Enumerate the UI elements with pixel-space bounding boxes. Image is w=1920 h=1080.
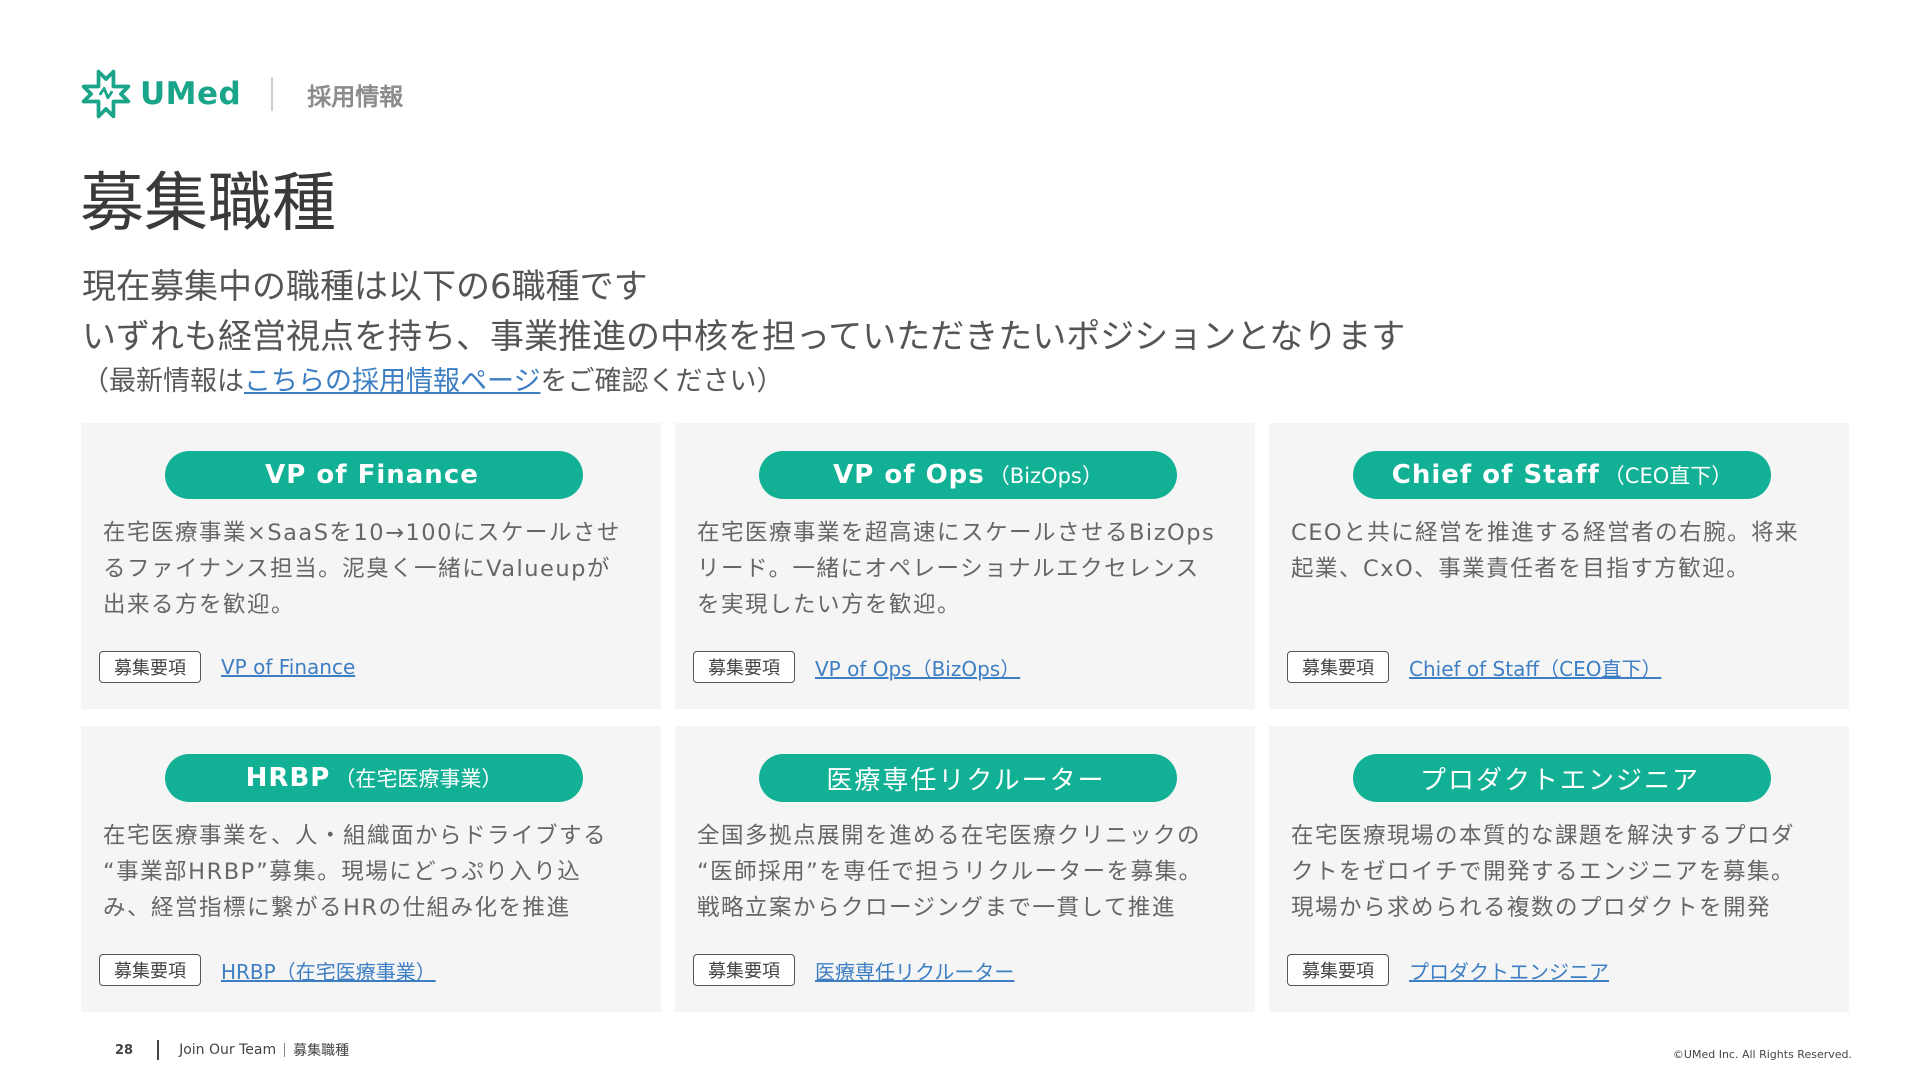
deck-title: Join Our Team xyxy=(179,1042,277,1058)
footer-section: 募集職種 xyxy=(293,1043,350,1059)
job-card-footer: 募集要項 医療専任リクルーター xyxy=(693,954,1014,986)
job-card-medical-recruiter: 医療専任リクルーター 全国多拠点展開を進める在宅医療クリニックの “医師採用”を… xyxy=(675,726,1255,1012)
lead-note: （最新情報はこちらの採用情報ページをご確認ください） xyxy=(82,360,1405,404)
job-title-sub: （在宅医療事業） xyxy=(334,767,503,791)
job-card-footer: 募集要項 VP of Ops（BizOps） xyxy=(693,651,1020,683)
job-title-pill: プロダクトエンジニア xyxy=(1353,754,1771,802)
job-card-vp-ops: VP of Ops （BizOps） 在宅医療事業を超高速にスケールさせるBizO… xyxy=(675,423,1255,709)
lead-line-1: 現在募集中の職種は以下の6職種です xyxy=(82,267,648,307)
job-card-product-engineer: プロダクトエンジニア 在宅医療現場の本質的な課題を解決するプロダ クトをゼロイチ… xyxy=(1269,726,1849,1012)
job-link-vp-ops[interactable]: VP of Ops（BizOps） xyxy=(815,653,1020,682)
requirements-tag: 募集要項 xyxy=(693,651,795,683)
requirements-tag: 募集要項 xyxy=(693,954,795,986)
job-description: 在宅医療事業を、人・組織面からドライブする “事業部HRBP”募集。現場にどっぷ… xyxy=(103,818,643,926)
job-description: CEOと共に経営を推進する経営者の右腕。将来 起業、CxO、事業責任者を目指す方… xyxy=(1291,515,1831,587)
page-footer: 28 Join Our Team 募集職種 xyxy=(115,1040,349,1060)
page-title: 募集職種 xyxy=(80,167,336,241)
job-title: VP of Ops xyxy=(833,460,985,490)
requirements-tag: 募集要項 xyxy=(1287,954,1389,986)
umed-cross-logo-icon xyxy=(81,69,131,119)
header: UMed 採用情報 xyxy=(78,68,403,120)
job-description: 全国多拠点展開を進める在宅医療クリニックの “医師採用”を専任で担うリクルーター… xyxy=(697,818,1237,926)
job-link-vp-finance[interactable]: VP of Finance xyxy=(221,655,355,679)
desc-line: るファイナンス担当。泥臭く一緒にValueupが xyxy=(103,556,611,582)
job-title-pill: Chief of Staff （CEO直下） xyxy=(1353,451,1771,499)
requirements-tag: 募集要項 xyxy=(99,651,201,683)
job-description: 在宅医療事業×SaaSを10→100にスケールさせ るファイナンス担当。泥臭く一… xyxy=(103,515,643,623)
copyright: ©UMed Inc. All Rights Reserved. xyxy=(1672,1048,1852,1061)
desc-line: 在宅医療現場の本質的な課題を解決するプロダ xyxy=(1291,823,1796,849)
section-label: 採用情報 xyxy=(307,82,404,111)
desc-line: 在宅医療事業×SaaSを10→100にスケールさせ xyxy=(103,520,621,546)
job-card-chief-of-staff: Chief of Staff （CEO直下） CEOと共に経営を推進する経営者の右… xyxy=(1269,423,1849,709)
desc-line: クトをゼロイチで開発するエンジニアを募集。 xyxy=(1291,859,1796,885)
job-title: プロダクトエンジニア xyxy=(1419,765,1700,796)
job-link-product-engineer[interactable]: プロダクトエンジニア xyxy=(1409,956,1609,985)
job-link-hrbp[interactable]: HRBP（在宅医療事業） xyxy=(221,956,436,985)
job-card-footer: 募集要項 VP of Finance xyxy=(99,651,355,683)
job-title-sub: （BizOps） xyxy=(988,464,1103,488)
job-link-chief-of-staff[interactable]: Chief of Staff（CEO直下） xyxy=(1409,653,1661,682)
job-title-pill: VP of Ops （BizOps） xyxy=(759,451,1177,499)
desc-line: 全国多拠点展開を進める在宅医療クリニックの xyxy=(697,823,1202,849)
footer-divider xyxy=(157,1040,160,1060)
job-title-pill: VP of Finance xyxy=(165,451,583,499)
desc-line: “医師採用”を専任で担うリクルーターを募集。 xyxy=(697,859,1203,885)
lead-note-suffix: をご確認ください） xyxy=(540,366,784,397)
desc-line: 在宅医療事業を超高速にスケールさせるBizOps xyxy=(697,520,1216,546)
job-title-pill: HRBP （在宅医療事業） xyxy=(165,754,583,802)
page-number: 28 xyxy=(115,1042,134,1058)
job-title-sub: （CEO直下） xyxy=(1603,464,1733,488)
job-card-footer: 募集要項 Chief of Staff（CEO直下） xyxy=(1287,651,1661,683)
job-title-pill: 医療専任リクルーター xyxy=(759,754,1177,802)
job-cards-grid: VP of Finance 在宅医療事業×SaaSを10→100にスケールさせ … xyxy=(81,423,1849,1012)
job-description: 在宅医療現場の本質的な課題を解決するプロダ クトをゼロイチで開発するエンジニアを… xyxy=(1291,818,1831,926)
job-card-footer: 募集要項 プロダクトエンジニア xyxy=(1287,954,1609,986)
job-card-hrbp: HRBP （在宅医療事業） 在宅医療事業を、人・組織面からドライブする “事業部H… xyxy=(81,726,661,1012)
desc-line: 在宅医療事業を、人・組織面からドライブする xyxy=(103,823,608,849)
lead-note-prefix: （最新情報は xyxy=(82,366,244,397)
job-card-vp-finance: VP of Finance 在宅医療事業×SaaSを10→100にスケールさせ … xyxy=(81,423,661,709)
header-divider xyxy=(271,77,274,111)
recruit-page-link[interactable]: こちらの採用情報ページ xyxy=(244,366,540,397)
desc-line: 戦略立案からクロージングまで一貫して推進 xyxy=(697,895,1176,921)
job-link-medical-recruiter[interactable]: 医療専任リクルーター xyxy=(815,956,1014,985)
desc-line: を実現したい方を歓迎。 xyxy=(697,592,962,618)
brand-name: UMed xyxy=(140,76,242,112)
job-title: HRBP xyxy=(245,763,331,793)
job-title: VP of Finance xyxy=(265,460,479,490)
job-card-footer: 募集要項 HRBP（在宅医療事業） xyxy=(99,954,436,986)
desc-line: リード。一緒にオペレーショナルエクセレンス xyxy=(697,556,1200,582)
desc-line: CEOと共に経営を推進する経営者の右腕。将来 xyxy=(1291,520,1800,546)
job-description: 在宅医療事業を超高速にスケールさせるBizOps リード。一緒にオペレーショナル… xyxy=(697,515,1237,623)
desc-line: 起業、CxO、事業責任者を目指す方歓迎。 xyxy=(1291,556,1751,582)
lead-text: 現在募集中の職種は以下の6職種です いずれも経営視点を持ち、事業推進の中核を担っ… xyxy=(82,262,1405,404)
requirements-tag: 募集要項 xyxy=(99,954,201,986)
desc-line: 出来る方を歓迎。 xyxy=(103,592,296,618)
desc-line: 現場から求められる複数のプロダクトを開発 xyxy=(1291,895,1772,921)
job-title: 医療専任リクルーター xyxy=(826,765,1106,796)
job-title: Chief of Staff xyxy=(1391,460,1600,490)
desc-line: “事業部HRBP”募集。現場にどっぷり入り込 xyxy=(103,859,582,885)
footer-divider-small xyxy=(284,1043,286,1057)
lead-line-2: いずれも経営視点を持ち、事業推進の中核を担っていただきたいポジションとなります xyxy=(82,317,1406,357)
desc-line: み、経営指標に繋がるHRの仕組み化を推進 xyxy=(103,895,571,921)
requirements-tag: 募集要項 xyxy=(1287,651,1389,683)
